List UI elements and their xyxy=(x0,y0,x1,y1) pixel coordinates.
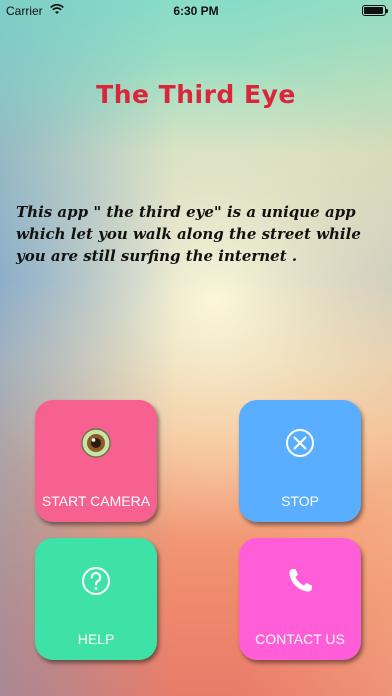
app-title: The Third Eye xyxy=(96,80,296,109)
app-description: This app " the third eye" is a unique ap… xyxy=(16,203,361,265)
start-camera-button[interactable]: START CAMERA xyxy=(35,400,157,522)
help-button[interactable]: HELP xyxy=(35,538,157,660)
start-camera-label: START CAMERA xyxy=(41,493,151,509)
close-circle-icon xyxy=(282,425,318,461)
question-circle-icon xyxy=(78,563,114,599)
contact-us-label: CONTACT US xyxy=(255,631,345,647)
phone-icon xyxy=(282,563,318,599)
status-time: 6:30 PM xyxy=(173,4,219,18)
help-label: HELP xyxy=(77,631,115,647)
battery-icon xyxy=(362,5,388,16)
eye-icon xyxy=(78,425,114,461)
stop-label: STOP xyxy=(281,493,319,509)
stop-button[interactable]: STOP xyxy=(239,400,361,522)
status-bar: Carrier 6:30 PM xyxy=(0,0,392,22)
contact-us-button[interactable]: CONTACT US xyxy=(239,538,361,660)
